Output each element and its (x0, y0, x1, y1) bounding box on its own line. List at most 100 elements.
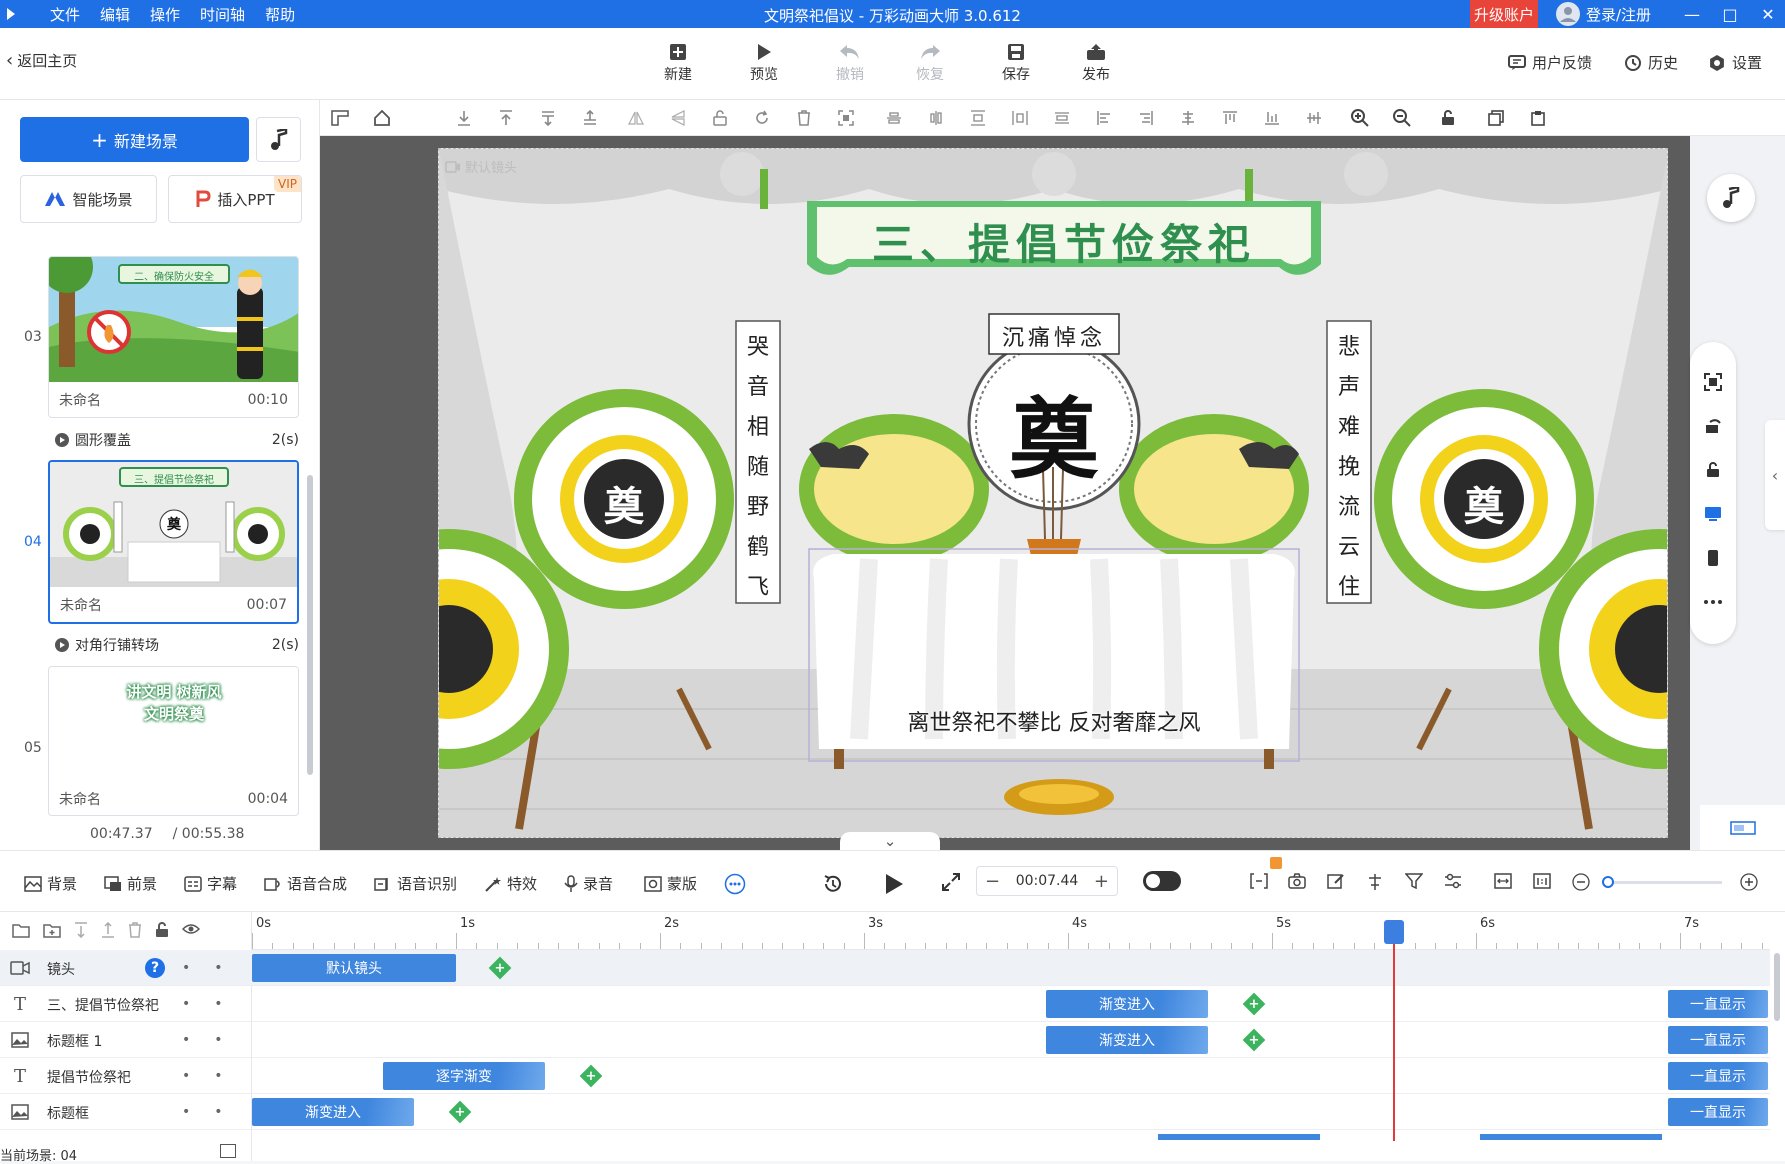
eye-icon[interactable] (182, 922, 200, 938)
flip-vertical-icon[interactable] (668, 108, 688, 128)
align-bottom-icon[interactable] (1262, 108, 1282, 128)
distribute-h-icon[interactable] (1010, 108, 1030, 128)
track-row-text[interactable]: T 三、提倡节俭祭祀 •• 渐变进入 + 一直显示 (0, 986, 1770, 1022)
zoom-out-icon[interactable] (1392, 108, 1412, 128)
stage-title[interactable]: 三、提倡节俭祭祀 (817, 211, 1311, 272)
timeline-clip[interactable]: 默认镜头 (252, 954, 456, 982)
asr-button[interactable]: 语音识别 (374, 873, 457, 894)
add-keyframe-icon[interactable]: + (488, 956, 512, 980)
track-row-image[interactable]: 标题框 •• 渐变进入 + 一直显示 (0, 1094, 1770, 1130)
home-icon[interactable] (372, 108, 392, 128)
tts-button[interactable]: 语音合成 (264, 873, 347, 894)
align-center-h-icon[interactable] (926, 108, 946, 128)
partial-clip[interactable] (1480, 1134, 1662, 1140)
background-button[interactable]: 背景 (24, 873, 77, 894)
ruler-icon[interactable] (330, 108, 350, 128)
center-memorial-char[interactable]: 奠 (994, 369, 1114, 496)
zoom-in-icon[interactable] (1350, 108, 1370, 128)
expand-button[interactable] (942, 873, 960, 891)
copy-icon[interactable] (1486, 108, 1506, 128)
publish-button[interactable]: 发布 (1066, 40, 1126, 84)
transition-item[interactable]: 圆形覆盖 2(s) (55, 430, 299, 450)
delete-layer-icon[interactable] (128, 922, 142, 938)
new-folder-icon[interactable] (43, 922, 61, 938)
align-left-icon[interactable] (1094, 108, 1114, 128)
align-center-v-icon[interactable] (884, 108, 904, 128)
play-button[interactable] (884, 873, 904, 895)
fit-width-button[interactable] (1494, 873, 1512, 889)
menu-operate[interactable]: 操作 (140, 4, 190, 25)
scene-card-03[interactable]: 二、确保防火安全 未命名 00:10 (48, 256, 299, 418)
timeline-zoom-slider[interactable] (1602, 876, 1722, 888)
scene-card-05[interactable]: 讲文明 树新风 文明祭奠 未命名 00:04 (48, 666, 299, 816)
time-stepper[interactable]: − 00:07.44 + (976, 866, 1118, 896)
minus-icon[interactable]: − (985, 871, 1000, 892)
effects-button[interactable]: 特效 (484, 873, 537, 894)
menu-edit[interactable]: 编辑 (90, 4, 140, 25)
feedback-link[interactable]: 用户反馈 (1508, 52, 1592, 73)
right-couplet[interactable]: 悲 声 难 挽 流 云 住 (1327, 329, 1371, 601)
playhead-handle[interactable] (1384, 920, 1404, 944)
same-width-icon[interactable] (1052, 108, 1072, 128)
more-icon[interactable] (1703, 592, 1723, 612)
move-up-icon[interactable] (580, 108, 600, 128)
insert-ppt-button[interactable]: 插入PPT VIP (168, 175, 302, 223)
stage-caption[interactable]: 离世祭祀不攀比 反对奢靡之风 (779, 705, 1329, 737)
foreground-button[interactable]: 前景 (104, 873, 157, 894)
track-row-image[interactable]: 标题框 1 •• 渐变进入 + 一直显示 (0, 1022, 1770, 1058)
mobile-icon[interactable] (1703, 548, 1723, 568)
mask-button[interactable]: 蒙版 (644, 873, 697, 894)
collapse-timeline-button[interactable]: ⌄ (840, 832, 940, 850)
edit-button[interactable] (1327, 873, 1345, 889)
scene-list-scrollbar[interactable] (307, 475, 313, 775)
timeline-clip[interactable]: 渐变进入 (1046, 990, 1208, 1018)
new-scene-button[interactable]: + 新建场景 (20, 117, 249, 162)
desktop-icon[interactable] (1703, 504, 1723, 524)
lock-icon[interactable] (710, 108, 730, 128)
menu-timeline[interactable]: 时间轴 (190, 4, 255, 25)
paste-icon[interactable] (1528, 108, 1548, 128)
collapse-panel-button[interactable]: ‹ (1765, 420, 1785, 530)
scene-card-04[interactable]: 三、提倡节俭祭祀 奠 未命名 00:07 (48, 460, 299, 624)
current-time-value[interactable]: 00:07.44 (1016, 873, 1079, 889)
history-link[interactable]: 历史 (1624, 52, 1678, 73)
add-keyframe-icon[interactable]: + (1242, 992, 1266, 1016)
text-filter-button[interactable] (1405, 873, 1423, 889)
lock-all-icon[interactable] (155, 922, 169, 938)
stage-subtitle[interactable]: 沉痛悼念 (989, 320, 1119, 352)
rotate-icon[interactable] (752, 108, 772, 128)
upgrade-button[interactable]: 升级账户 (1470, 0, 1538, 28)
lock-icon[interactable] (1703, 460, 1723, 480)
timeline-scrollbar[interactable] (1774, 953, 1780, 1021)
timeline-clip[interactable]: 一直显示 (1668, 1098, 1768, 1126)
login-button[interactable]: 登录/注册 (1556, 0, 1651, 28)
stage-canvas[interactable]: . 默认镜头 三、提倡节俭祭祀 沉痛悼念 哭 音 相 随 野 鹤 飞 悲 声 难… (438, 148, 1668, 838)
subtitle-button[interactable]: 字幕 (184, 873, 237, 894)
scene-list-icon[interactable] (220, 1144, 236, 1158)
track-visibility-dots[interactable]: •• (182, 1068, 247, 1084)
save-button[interactable]: 保存 (986, 40, 1046, 84)
time-ruler[interactable]: 0s 1s 2s 3s 4s 5s 6s 7s (252, 912, 1770, 950)
track-visibility-dots[interactable]: •• (182, 1104, 247, 1120)
track-row-text[interactable]: T 提倡节俭祭祀 •• 逐字渐变 + 一直显示 (0, 1058, 1770, 1094)
timeline-clip[interactable]: 一直显示 (1668, 1062, 1768, 1090)
timeline-clip[interactable]: 一直显示 (1668, 990, 1768, 1018)
track-visibility-dots[interactable]: •• (182, 960, 247, 976)
add-keyframe-icon[interactable]: + (448, 1100, 472, 1124)
slider-knob[interactable] (1602, 876, 1614, 888)
track-row-camera[interactable]: 镜头 ? •• 默认镜头 + (0, 950, 1770, 986)
unlock-icon[interactable] (1438, 108, 1458, 128)
delete-icon[interactable] (794, 108, 814, 128)
close-icon[interactable]: ✕ (1751, 0, 1785, 28)
actual-size-button[interactable] (1533, 873, 1551, 889)
minimize-icon[interactable]: — (1675, 0, 1709, 28)
track-visibility-dots[interactable]: •• (182, 996, 247, 1012)
rotate-view-icon[interactable] (1703, 416, 1723, 436)
partial-clip[interactable] (1158, 1134, 1320, 1140)
fit-keyframe-button[interactable] (1250, 873, 1268, 889)
menu-help[interactable]: 帮助 (255, 4, 305, 25)
loop-toggle[interactable] (1143, 871, 1181, 891)
undo-button[interactable]: 撤销 (820, 40, 880, 84)
maximize-icon[interactable]: □ (1713, 0, 1747, 28)
timeline-clip[interactable]: 渐变进入 (1046, 1026, 1208, 1054)
